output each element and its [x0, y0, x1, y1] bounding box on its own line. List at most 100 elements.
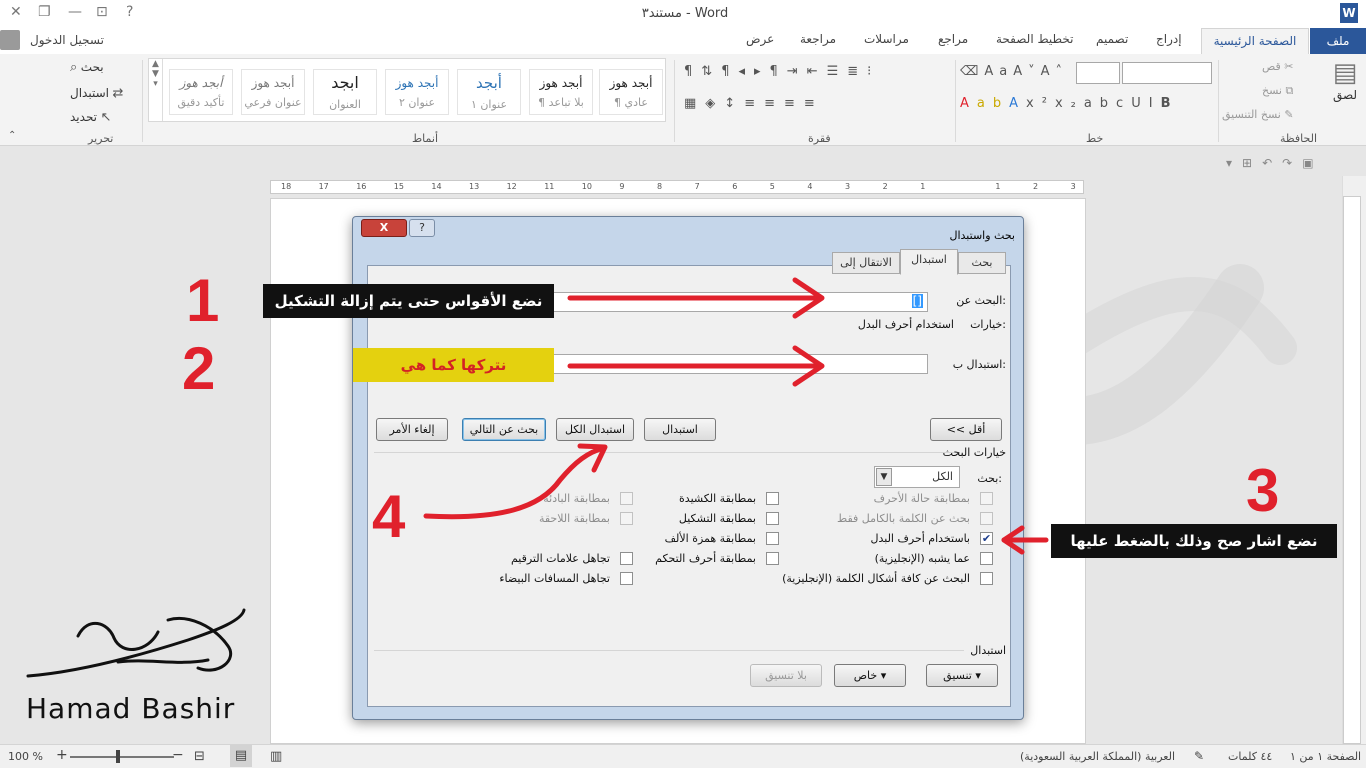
- highlight-icon[interactable]: ab: [977, 96, 1009, 111]
- horizontal-ruler[interactable]: 18 17 16 15 14 13 12 11 10 9 8 7 6 5 4 3 2 1 1 2 3: [270, 180, 1084, 194]
- justify-icon[interactable]: ≡: [744, 96, 764, 111]
- customize-qat-icon[interactable]: ▾: [1226, 156, 1242, 170]
- check-kashida[interactable]: [766, 492, 779, 505]
- check-sounds-like[interactable]: [980, 552, 993, 565]
- search-direction-select[interactable]: الكل ▼: [874, 466, 960, 488]
- check-whole-word[interactable]: [980, 512, 993, 525]
- proofing-icon[interactable]: ✎: [1194, 749, 1204, 763]
- style-title[interactable]: ابجد العنوان: [313, 69, 377, 115]
- tab-replace[interactable]: استبدال: [900, 249, 958, 275]
- multilevel-list-icon[interactable]: ☰: [827, 64, 848, 79]
- special-button[interactable]: خاص ▾: [834, 664, 906, 687]
- close-window-icon[interactable]: ✕: [10, 4, 22, 20]
- replace-all-button[interactable]: استبدال الكل: [556, 418, 634, 441]
- pilcrow-icon[interactable]: ¶: [684, 64, 701, 79]
- tab-design[interactable]: تصميم: [1096, 32, 1128, 46]
- line-spacing-icon[interactable]: ↕: [724, 96, 744, 111]
- copy-button[interactable]: نسخ ⧉: [1262, 84, 1293, 98]
- strikethrough-icon[interactable]: abc: [1084, 96, 1131, 111]
- signin-area[interactable]: تسجيل الدخول: [0, 30, 120, 52]
- redo-icon[interactable]: ↷: [1282, 156, 1302, 170]
- check-match-case[interactable]: [980, 492, 993, 505]
- print-layout-icon[interactable]: ▤: [230, 745, 252, 767]
- check-prefix[interactable]: [620, 492, 633, 505]
- restore-window-icon[interactable]: ❐: [38, 4, 51, 20]
- italic-icon[interactable]: I: [1149, 96, 1161, 111]
- save-icon[interactable]: ▣: [1302, 156, 1323, 170]
- replace-button[interactable]: استبدال: [644, 418, 716, 441]
- align-left-icon[interactable]: ≡: [764, 96, 784, 111]
- style-heading-1[interactable]: أبجد عنوان ١: [457, 69, 521, 115]
- bold-icon[interactable]: B: [1161, 96, 1179, 111]
- tab-home[interactable]: الصفحة الرئيسية: [1201, 28, 1309, 55]
- web-layout-icon[interactable]: ⊟: [194, 749, 205, 764]
- no-formatting-button[interactable]: بلا تنسيق: [750, 664, 822, 687]
- check-wildcards[interactable]: ✔: [980, 532, 993, 545]
- font-size-combo[interactable]: [1076, 62, 1120, 84]
- zoom-out-icon[interactable]: −: [172, 747, 184, 763]
- font-color-icon[interactable]: A: [960, 96, 977, 111]
- tab-file[interactable]: ملف: [1310, 28, 1366, 54]
- zoom-thumb[interactable]: [116, 750, 120, 763]
- check-diacritics[interactable]: [766, 512, 779, 525]
- shrink-font-icon[interactable]: A˅: [1013, 64, 1040, 79]
- sort-icon[interactable]: ⇅: [701, 64, 721, 79]
- touch-mode-icon[interactable]: ⊞: [1242, 156, 1262, 170]
- bullets-icon[interactable]: ⁝: [867, 64, 880, 79]
- change-case-icon[interactable]: Aa: [984, 64, 1013, 79]
- tab-view[interactable]: عرض: [746, 32, 774, 46]
- word-count[interactable]: ٤٤ كلمات: [1228, 750, 1272, 763]
- outdent-icon[interactable]: ⇤: [807, 64, 827, 79]
- dialog-help-button[interactable]: ?: [409, 219, 435, 237]
- style-heading-2[interactable]: أبجد هوز عنوان ٢: [385, 69, 449, 115]
- find-next-button[interactable]: بحث عن التالي: [462, 418, 546, 441]
- paste-button[interactable]: ▤ لصق: [1326, 58, 1364, 114]
- center-icon[interactable]: ≡: [784, 96, 804, 111]
- ltr-icon[interactable]: ▸¶: [754, 64, 787, 79]
- tab-references[interactable]: مراجع: [938, 32, 968, 46]
- tab-review[interactable]: مراجعة: [800, 32, 836, 46]
- check-ignore-space[interactable]: [620, 572, 633, 585]
- find-button[interactable]: ⌕ بحث: [70, 60, 104, 75]
- superscript-icon[interactable]: x²: [1026, 96, 1055, 111]
- shading-icon[interactable]: ◈: [705, 96, 724, 111]
- help-icon[interactable]: ?: [126, 4, 133, 20]
- cancel-button[interactable]: إلغاء الأمر: [376, 418, 448, 441]
- chevron-down-icon[interactable]: ▼: [876, 468, 892, 486]
- tab-insert[interactable]: إدراج: [1156, 32, 1182, 46]
- replace-button[interactable]: استبدال ⇄: [70, 86, 123, 101]
- dialog-close-button[interactable]: X: [361, 219, 407, 237]
- zoom-in-icon[interactable]: +: [56, 747, 68, 763]
- language-status[interactable]: العربية (المملكة العربية السعودية): [1020, 750, 1175, 763]
- collapse-ribbon-icon[interactable]: ⌃: [8, 130, 16, 141]
- read-mode-icon[interactable]: ▥: [270, 749, 282, 764]
- tab-goto[interactable]: الانتقال إلى: [832, 252, 900, 274]
- style-no-spacing[interactable]: أبجد هوز ¶ بلا تباعد: [529, 69, 593, 115]
- cut-button[interactable]: قص ✂: [1262, 60, 1293, 73]
- align-right-icon[interactable]: ≡: [804, 96, 824, 111]
- check-word-forms[interactable]: [980, 572, 993, 585]
- format-button[interactable]: تنسيق ▾: [926, 664, 998, 687]
- underline-icon[interactable]: U: [1131, 96, 1149, 111]
- clear-format-icon[interactable]: ⌫: [960, 64, 984, 79]
- tab-find[interactable]: بحث: [958, 252, 1006, 274]
- font-name-combo[interactable]: [1122, 62, 1212, 84]
- text-effects-icon[interactable]: A: [1009, 96, 1026, 111]
- check-control-chars[interactable]: [766, 552, 779, 565]
- tab-mailings[interactable]: مراسلات: [864, 32, 909, 46]
- format-painter-button[interactable]: نسخ التنسيق ✎: [1222, 108, 1294, 121]
- grow-font-icon[interactable]: A˄: [1041, 64, 1068, 79]
- less-button[interactable]: << أقل: [930, 418, 1002, 441]
- undo-icon[interactable]: ↶: [1262, 156, 1282, 170]
- check-alef-hamza[interactable]: [766, 532, 779, 545]
- tab-layout[interactable]: تخطيط الصفحة: [996, 32, 1073, 46]
- style-subtle-emphasis[interactable]: أبجد هوز تأكيد دقيق: [169, 69, 233, 115]
- style-normal[interactable]: أبجد هوز ¶ عادي: [599, 69, 663, 115]
- select-button[interactable]: تحديد ↖: [70, 110, 111, 125]
- numbering-icon[interactable]: ≣: [847, 64, 867, 79]
- signin-link[interactable]: تسجيل الدخول: [30, 33, 104, 47]
- zoom-slider[interactable]: [70, 756, 174, 758]
- ribbon-display-icon[interactable]: ⊡: [96, 4, 108, 20]
- style-subtitle[interactable]: أبجد هوز عنوان فرعي: [241, 69, 305, 115]
- page-number[interactable]: الصفحة ١ من ١: [1290, 750, 1361, 763]
